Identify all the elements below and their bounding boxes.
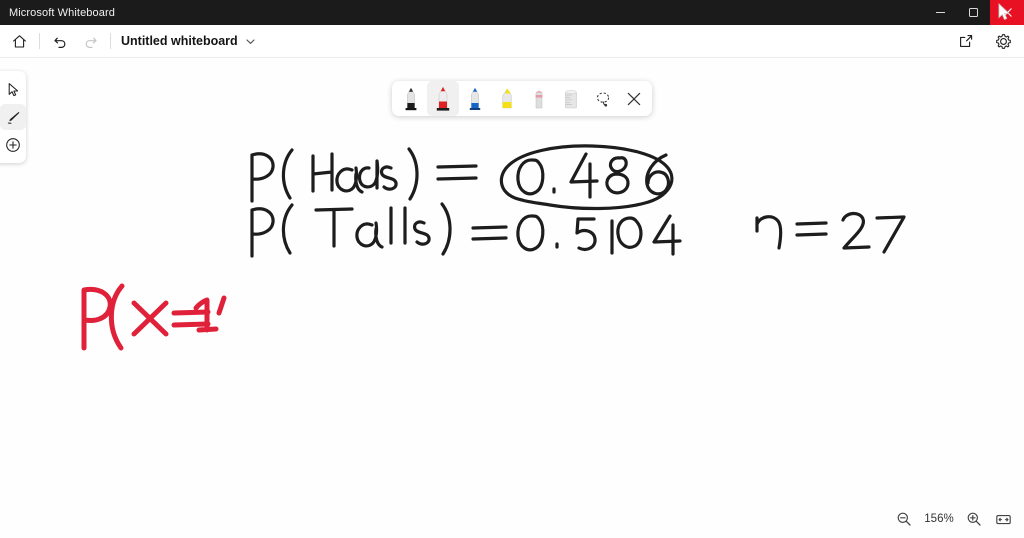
home-icon[interactable] [4,26,34,56]
fit-to-screen-button[interactable] [990,506,1016,532]
whiteboard-app: Microsoft Whiteboard Untitled whiteboard… [0,0,1024,538]
zoom-out-button[interactable] [891,506,917,532]
toolbar-divider-2 [110,33,111,49]
window-titlebar: Microsoft Whiteboard [0,0,1024,25]
close-button[interactable] [990,0,1024,25]
toolbar-right-actions [951,26,1018,56]
ink-stroke-group-black [250,144,906,258]
whiteboard-canvas[interactable]: 156% [0,58,1024,538]
chevron-down-icon[interactable] [245,36,256,47]
document-title[interactable]: Untitled whiteboard [121,34,238,48]
fit-to-screen-icon [995,514,1011,524]
undo-icon[interactable] [45,26,75,56]
zoom-out-icon [897,512,911,526]
window-controls [924,0,1024,25]
redo-icon[interactable] [75,26,105,56]
window-title: Microsoft Whiteboard [9,6,115,19]
share-icon[interactable] [951,26,981,56]
zoom-in-button[interactable] [961,506,987,532]
toolbar-divider [39,33,40,49]
ink-stroke-group-red [81,283,227,351]
zoom-controls: 156% [891,506,1016,532]
zoom-level-label: 156% [924,513,954,525]
zoom-in-icon [967,512,981,526]
maximize-button[interactable] [957,0,990,25]
mouse-cursor-icon [998,3,1010,20]
gear-icon[interactable] [988,26,1018,56]
minimize-button[interactable] [924,0,957,25]
app-toolbar: Untitled whiteboard [0,25,1024,58]
ink-layer [81,144,906,351]
